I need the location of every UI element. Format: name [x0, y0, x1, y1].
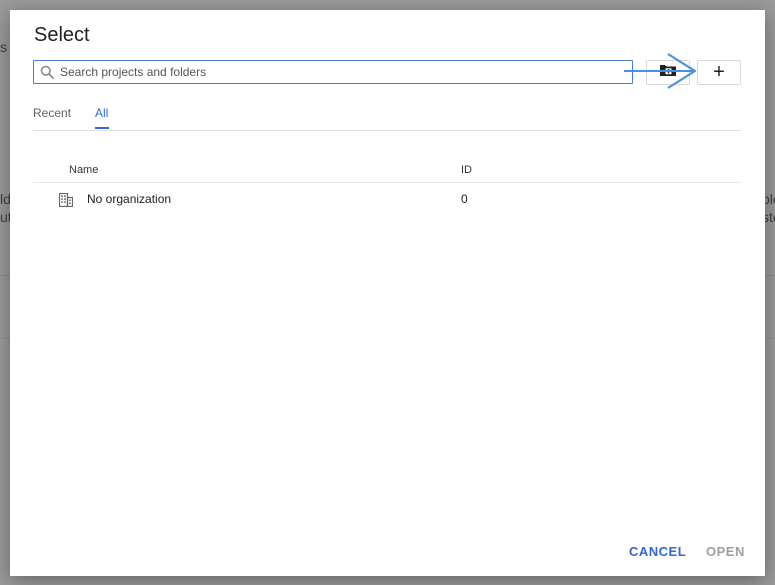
new-folder-button[interactable]: [646, 60, 690, 85]
select-dialog: Select + Recent All: [10, 10, 765, 576]
add-button[interactable]: +: [697, 60, 741, 85]
open-button[interactable]: OPEN: [706, 544, 745, 559]
organization-icon: [58, 192, 74, 208]
search-icon: [36, 61, 58, 83]
search-input[interactable]: [58, 62, 632, 82]
column-header-name[interactable]: Name: [69, 164, 98, 176]
search-box[interactable]: [33, 60, 633, 84]
row-name: No organization: [87, 192, 172, 206]
cancel-button[interactable]: CANCEL: [629, 544, 686, 559]
tab-recent[interactable]: Recent: [33, 106, 71, 120]
table-row[interactable]: No organization 0: [33, 183, 741, 215]
tab-bar: Recent All: [33, 104, 741, 131]
new-folder-icon: [659, 63, 677, 82]
dialog-title: Select: [34, 24, 90, 46]
background-text-fragment: s: [0, 39, 7, 55]
results-table: Name ID No organization 0: [33, 160, 741, 215]
plus-icon: +: [713, 61, 725, 83]
row-id: 0: [461, 192, 468, 206]
table-header: Name ID: [33, 160, 741, 183]
active-tab-indicator: [95, 127, 109, 129]
column-header-id[interactable]: ID: [461, 164, 472, 176]
tab-all[interactable]: All: [95, 106, 108, 120]
